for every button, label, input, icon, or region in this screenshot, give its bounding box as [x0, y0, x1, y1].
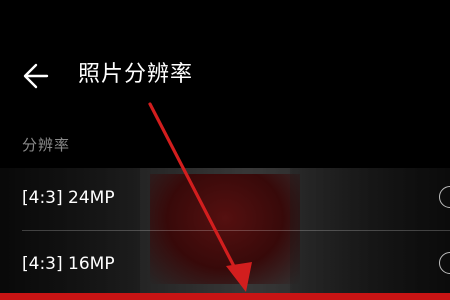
page-title: 照片分辨率	[78, 62, 194, 87]
resolution-option-16mp[interactable]: [4:3] 16MP	[0, 240, 450, 290]
radio-button[interactable]	[439, 252, 450, 274]
back-button[interactable]	[18, 58, 54, 94]
option-label: [4:3] 24MP	[22, 188, 115, 208]
divider	[22, 230, 450, 231]
arrow-left-icon	[18, 58, 54, 94]
radio-button[interactable]	[439, 186, 450, 208]
selected-option-highlight[interactable]	[0, 293, 450, 300]
resolution-settings-screen: 照片分辨率 分辨率 [4:3] 24MP [4:3] 16MP	[0, 0, 450, 300]
header-bar: 照片分辨率	[0, 46, 450, 106]
option-label: [4:3] 16MP	[22, 254, 115, 274]
section-label: 分辨率	[22, 136, 71, 154]
resolution-option-24mp[interactable]: [4:3] 24MP	[0, 174, 450, 224]
